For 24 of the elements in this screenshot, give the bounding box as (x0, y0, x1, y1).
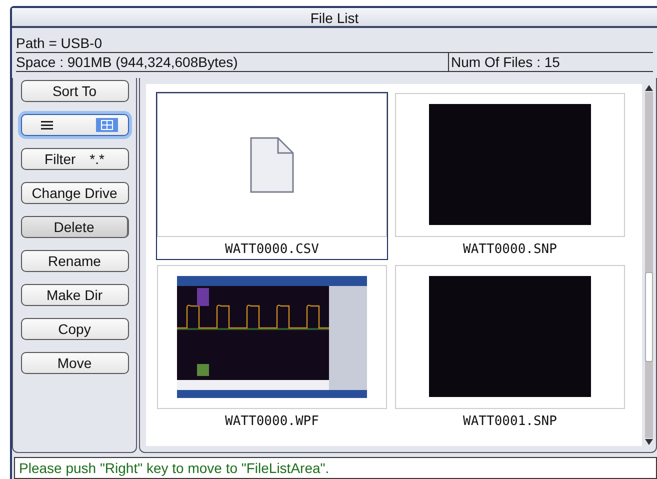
document-icon (250, 136, 294, 193)
file-count-label: Num Of Files : 15 (451, 54, 560, 70)
file-name: WATT0000.CSV (225, 240, 319, 258)
filter-value: *.* (90, 150, 104, 169)
window-title: File List (12, 8, 657, 28)
file-name: WATT0001.SNP (463, 412, 557, 430)
sidebar-button[interactable]: Rename (20, 250, 128, 272)
sidebar-button[interactable]: Make Dir (20, 284, 128, 306)
sidebar-button[interactable]: Delete (20, 216, 128, 238)
status-message: Please push "Right" key to move to "FileListArea". (14, 457, 657, 479)
sidebar-button[interactable]: Copy (20, 318, 128, 340)
scrollbar[interactable] (645, 92, 653, 438)
sidebar-button[interactable]: Sort To (20, 80, 128, 102)
filter-button[interactable]: Filter *.* (20, 148, 128, 170)
file-tile[interactable]: WATT0000.CSV (156, 92, 388, 260)
path-label: Path = USB-0 (16, 35, 102, 51)
filter-label: Filter (44, 150, 76, 169)
file-name: WATT0000.WPF (225, 412, 319, 430)
grid-view-icon[interactable] (96, 118, 118, 132)
file-name: WATT0000.SNP (463, 240, 557, 258)
sidebar-button[interactable]: Move (20, 352, 128, 374)
space-label: Space : 901MB (944,324,608Bytes) (16, 53, 238, 71)
scroll-thumb[interactable] (645, 272, 653, 362)
sidebar-button[interactable]: Change Drive (20, 182, 128, 204)
